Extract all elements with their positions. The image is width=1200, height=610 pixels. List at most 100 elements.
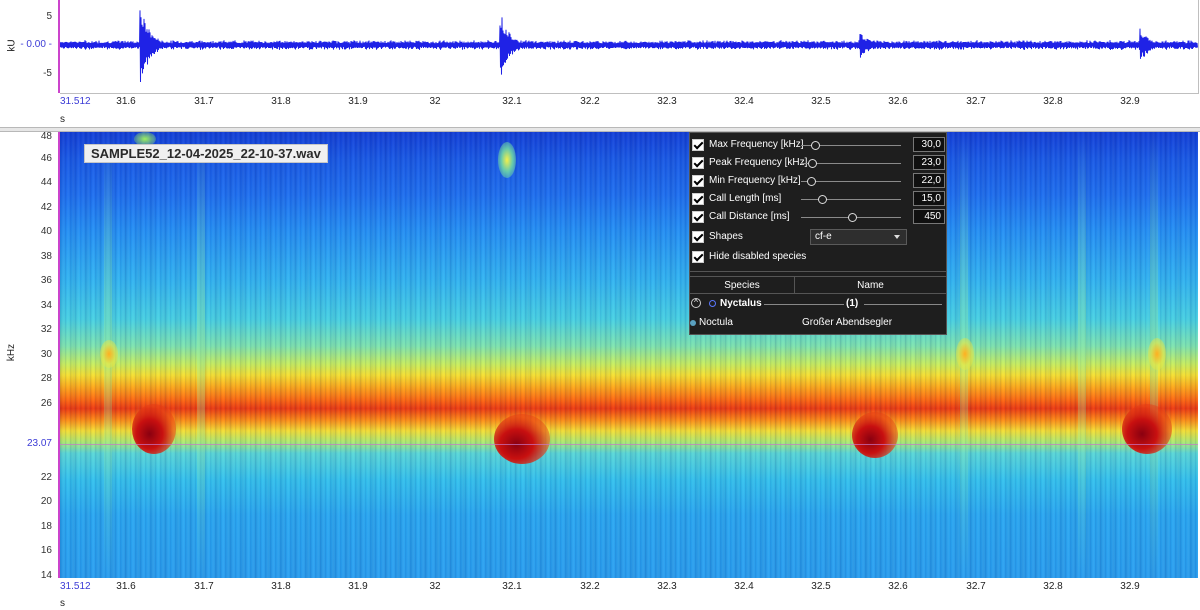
slider-knob[interactable] (807, 177, 816, 186)
x-tick-label: 32.7 (966, 96, 986, 107)
bat-call[interactable] (852, 412, 898, 458)
spectrogram-trace (197, 132, 205, 578)
species-row[interactable]: Noctula Großer Abendsegler (690, 315, 946, 331)
shapes-select-value: cf-e (815, 231, 832, 242)
y-tick-label: 42 (40, 202, 52, 213)
bat-call[interactable] (132, 404, 176, 454)
x-tick-label: 32.5 (811, 96, 831, 107)
bat-call[interactable] (494, 414, 550, 464)
x-tick-label: 32.4 (734, 96, 754, 107)
call-distance-slider[interactable] (801, 213, 901, 222)
waveform-y-tick-zero: - 0.00 - (20, 39, 52, 50)
x-tick-label: 31.9 (348, 581, 368, 592)
min-frequency-slider[interactable] (801, 177, 901, 186)
x-tick-label: 32.6 (888, 581, 908, 592)
x-tick-label: 31.9 (348, 96, 368, 107)
y-tick-label: 26 (40, 398, 52, 409)
min-frequency-checkbox[interactable] (692, 175, 704, 187)
slider-knob[interactable] (818, 195, 827, 204)
name-column-header[interactable]: Name (795, 276, 946, 294)
x-tick-label: 32.6 (888, 96, 908, 107)
shapes-select[interactable]: cf-e (810, 229, 907, 245)
frequency-cursor-line[interactable] (60, 444, 1198, 445)
hide-disabled-label: Hide disabled species (709, 251, 807, 262)
x-tick-label: 32.3 (657, 581, 677, 592)
peak-frequency-slider[interactable] (801, 159, 901, 168)
param-row-call-distance: Call Distance [ms] 450 (690, 208, 946, 226)
y-tick-label: 22 (40, 472, 52, 483)
x-tick-label: 32 (429, 96, 441, 107)
x-tick-label: 31.6 (116, 96, 136, 107)
x-tick-label: 32.1 (502, 581, 522, 592)
slider-knob[interactable] (808, 159, 817, 168)
file-name-label: SAMPLE52_12-04-2025_22-10-37.wav (84, 144, 328, 163)
species-group-name: Nyctalus (720, 298, 762, 309)
group-rule (764, 304, 844, 305)
species-group-row[interactable]: ^ Nyctalus (1) (690, 296, 946, 312)
species-column-header[interactable]: Species (690, 276, 795, 294)
call-length-value[interactable]: 15,0 (913, 191, 945, 206)
x-tick-label: 31.6 (116, 581, 136, 592)
spectrogram-y-axis: kHz 48 46 44 42 40 38 36 34 32 30 28 26 22 20 18 16 14 2… (0, 131, 60, 581)
y-tick-label: 16 (40, 545, 52, 556)
x-tick-label: 32.4 (734, 581, 754, 592)
y-tick-label: 20 (40, 496, 52, 507)
call-harmonic (100, 340, 118, 368)
species-filter-panel: Max Frequency [kHz] 30,0 Peak Frequency … (689, 132, 947, 335)
call-distance-value[interactable]: 450 (913, 209, 945, 224)
peak-frequency-checkbox[interactable] (692, 157, 704, 169)
param-row-min-frequency: Min Frequency [kHz] 22,0 (690, 172, 946, 190)
waveform-x-unit: s (60, 114, 65, 125)
y-tick-label: 40 (40, 226, 52, 237)
x-tick-label: 32.1 (502, 96, 522, 107)
y-tick-label: 36 (40, 275, 52, 286)
x-tick-label: 32.2 (580, 581, 600, 592)
bat-call[interactable] (1122, 404, 1172, 454)
shapes-label: Shapes (709, 231, 743, 242)
collapse-group-icon[interactable]: ^ (691, 298, 701, 308)
spectrogram-plot[interactable] (60, 132, 1198, 578)
x-tick-label: 31.8 (271, 96, 291, 107)
y-tick-label: 32 (40, 324, 52, 335)
group-color-icon (709, 300, 716, 307)
param-row-peak-frequency: Peak Frequency [kHz] 23,0 (690, 154, 946, 172)
shapes-checkbox[interactable] (692, 231, 704, 243)
call-length-checkbox[interactable] (692, 193, 704, 205)
min-frequency-value[interactable]: 22,0 (913, 173, 945, 188)
max-frequency-value[interactable]: 30,0 (913, 137, 945, 152)
peak-frequency-value[interactable]: 23,0 (913, 155, 945, 170)
spectrogram-trace (1078, 132, 1086, 578)
call-distance-checkbox[interactable] (692, 211, 704, 223)
hide-disabled-row: Hide disabled species (690, 248, 946, 266)
peak-frequency-label: Peak Frequency [kHz] (709, 157, 808, 168)
param-row-max-frequency: Max Frequency [kHz] 30,0 (690, 136, 946, 154)
x-tick-label: 32.9 (1120, 581, 1140, 592)
y-tick-label: 48 (40, 131, 52, 142)
call-length-slider[interactable] (801, 195, 901, 204)
slider-knob[interactable] (811, 141, 820, 150)
spectrogram-x-unit: s (60, 598, 65, 609)
x-tick-label: 32.8 (1043, 96, 1063, 107)
chevron-down-icon (894, 235, 900, 239)
hide-disabled-checkbox[interactable] (692, 251, 704, 263)
spectrogram-x-tick-start: 31.512 (60, 581, 91, 592)
x-tick-label: 32 (429, 581, 441, 592)
waveform-y-axis: kU 5 - 0.00 - -5 (0, 0, 60, 93)
x-tick-label: 31.7 (194, 96, 214, 107)
frequency-cursor-value: 23.07 (26, 438, 52, 449)
waveform-plot[interactable] (60, 0, 1199, 94)
x-tick-label: 32.2 (580, 96, 600, 107)
x-tick-label: 32.5 (811, 581, 831, 592)
max-frequency-slider[interactable] (801, 141, 901, 150)
y-tick-label: 18 (40, 521, 52, 532)
y-tick-label: 34 (40, 300, 52, 311)
slider-knob[interactable] (848, 213, 857, 222)
waveform-y-tick: 5 (46, 11, 52, 22)
max-frequency-checkbox[interactable] (692, 139, 704, 151)
species-color-icon (690, 320, 696, 326)
call-distance-label: Call Distance [ms] (709, 211, 790, 222)
group-rule (864, 304, 942, 305)
waveform-x-tick-start: 31.512 (60, 96, 91, 107)
y-tick-label: 28 (40, 373, 52, 384)
call-harmonic (956, 338, 974, 370)
